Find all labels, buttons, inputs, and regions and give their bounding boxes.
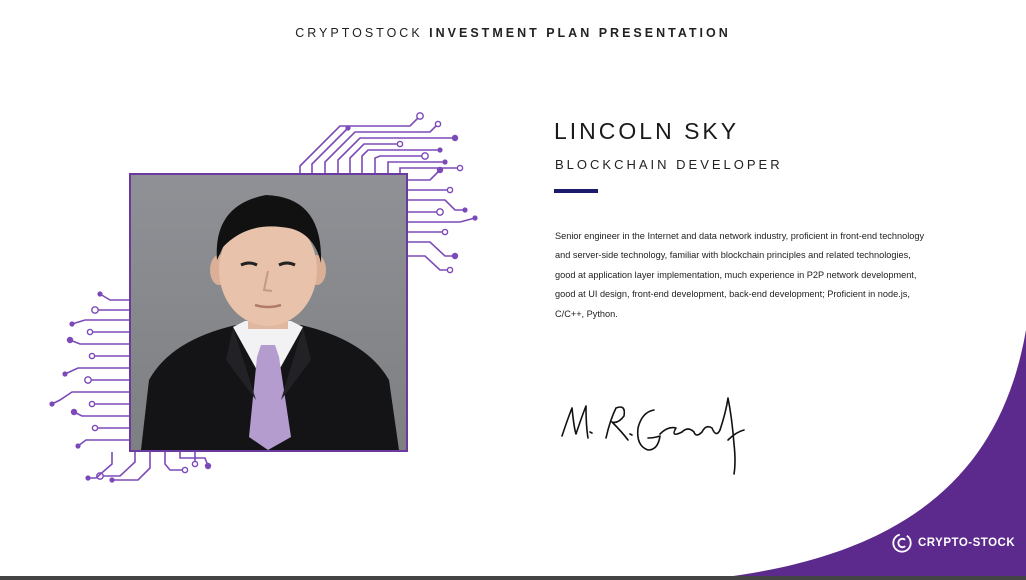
circuit-node — [204, 462, 212, 470]
circuit-node — [109, 477, 115, 483]
circuit-node — [434, 120, 442, 128]
circuit-node — [75, 443, 81, 449]
circuit-node — [69, 321, 75, 327]
circuit-trace — [408, 169, 441, 181]
circuit-node — [66, 336, 74, 344]
circuit-node — [446, 186, 454, 194]
logo-text: CRYPTO-STOCK — [918, 537, 1016, 549]
circuit-node — [451, 134, 459, 142]
circuit-node — [456, 164, 464, 172]
profile-bio: Senior engineer in the Internet and data… — [555, 231, 925, 319]
profile-photo — [129, 173, 408, 452]
circuit-node — [416, 112, 424, 120]
circuit-trace — [64, 367, 129, 375]
profile-role: BLOCKCHAIN DEVELOPER — [555, 157, 783, 172]
circuit-node — [91, 424, 99, 432]
circuit-node — [462, 207, 468, 213]
profile-name: LINCOLN SKY — [554, 118, 740, 144]
crypto-stock-logo-icon — [892, 533, 912, 553]
circuit-trace — [408, 199, 465, 211]
circuit-trace — [399, 167, 460, 173]
handwritten-signature — [561, 397, 745, 475]
circuit-trace — [99, 293, 129, 301]
circuit-trace — [100, 452, 136, 477]
circuit-node — [97, 291, 103, 297]
circuit-node — [70, 408, 78, 416]
circuit-node — [88, 352, 96, 360]
circuit-trace — [408, 241, 455, 257]
circuit-node — [181, 466, 189, 474]
circuit-node — [472, 215, 478, 221]
circuit-trace — [77, 439, 129, 447]
circuit-node — [437, 147, 443, 153]
circuit-node — [436, 166, 444, 174]
circuit-node — [86, 328, 94, 336]
circuit-node — [49, 401, 55, 407]
circuit-trace — [311, 127, 349, 173]
circuit-node — [451, 252, 459, 260]
crypto-stock-logo: CRYPTO-STOCK — [891, 531, 1015, 555]
circuit-trace — [73, 411, 129, 417]
circuit-trace — [408, 217, 476, 223]
circuit-trace — [324, 123, 439, 173]
bottom-border — [0, 576, 1026, 580]
circuit-node — [446, 266, 454, 274]
slide: CRYPTOSTOCK INVESTMENT PLAN PRESENTATION — [0, 0, 1026, 580]
circuit-node — [88, 400, 96, 408]
circuit-trace — [88, 452, 113, 479]
circuit-trace — [408, 255, 450, 271]
circuit-node — [85, 475, 91, 481]
circuit-node — [91, 306, 99, 314]
circuit-node — [191, 460, 199, 468]
accent-divider — [554, 189, 598, 193]
circuit-node — [62, 371, 68, 377]
person-portrait-image — [141, 195, 399, 450]
circuit-node — [396, 140, 404, 148]
circuit-node — [436, 208, 444, 216]
circuit-node — [84, 376, 92, 384]
circuit-trace — [69, 339, 129, 345]
circuit-trace — [71, 319, 129, 325]
circuit-node — [345, 125, 351, 131]
circuit-node — [441, 228, 449, 236]
circuit-node — [421, 152, 429, 160]
circuit-trace — [164, 452, 185, 471]
circuit-node — [442, 159, 448, 165]
